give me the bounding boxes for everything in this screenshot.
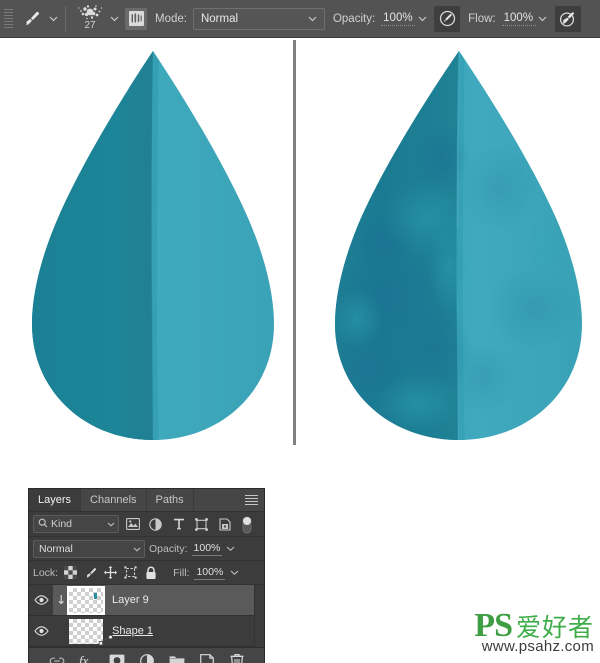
layer-content-dot <box>94 592 97 599</box>
photoshop-screenshot: 27 Mode: Normal Opacity: 100% Flow: 100%… <box>0 0 600 663</box>
new-layer-icon[interactable] <box>198 652 215 663</box>
toolbar-separator-1 <box>65 5 66 32</box>
layer-row-body[interactable]: Layer 9 <box>53 585 254 615</box>
flow-value[interactable]: 100% <box>501 11 536 26</box>
tab-channels-label: Channels <box>90 494 137 506</box>
svg-text:fx: fx <box>79 653 89 663</box>
brush-tip-spatter-icon[interactable]: 27 <box>73 3 107 35</box>
canvas-area[interactable]: Layers Channels Paths Kind Normal Opacit… <box>0 38 600 663</box>
brush-settings-panel-icon[interactable] <box>125 7 147 30</box>
lock-position-icon[interactable] <box>103 565 118 581</box>
clipping-spacer <box>55 623 66 639</box>
lock-label: Lock: <box>33 566 59 579</box>
layer-blend-row: Normal Opacity: 100% <box>29 537 264 561</box>
flow-label: Flow: <box>468 12 496 25</box>
filter-kind-label: Kind <box>51 518 73 530</box>
watermark-url: www.psahz.com <box>481 638 594 655</box>
layer-opacity-label: Opacity: <box>149 542 188 555</box>
eye-icon[interactable] <box>29 585 53 615</box>
layer-filter-row: Kind <box>29 512 264 537</box>
layer-list-scrollbar[interactable] <box>254 585 264 647</box>
add-layer-mask-icon[interactable] <box>108 652 125 663</box>
layers-panel-tabs: Layers Channels Paths <box>29 489 264 512</box>
filter-type-icon[interactable] <box>169 515 188 533</box>
water-droplet-textured[interactable] <box>322 48 590 448</box>
eye-icon[interactable] <box>29 616 53 646</box>
blend-mode-value: Normal <box>200 12 239 25</box>
tool-options-bar: 27 Mode: Normal Opacity: 100% Flow: 100% <box>0 0 600 38</box>
fill-label: Fill: <box>173 566 190 579</box>
table-row[interactable]: Shape 1 <box>29 616 264 647</box>
vector-mask-icon <box>98 633 114 647</box>
watermark-brand-row: PS 爱好者 <box>474 607 594 644</box>
opacity-field[interactable]: 100% <box>381 6 429 32</box>
watermark: PS 爱好者 www.psahz.com <box>474 607 594 655</box>
chevron-down-icon[interactable] <box>415 6 429 32</box>
layers-panel-bottom-bar: fx <box>29 647 264 663</box>
table-row[interactable]: Layer 9 <box>29 585 264 616</box>
layer-name[interactable]: Shape 1 <box>112 625 153 637</box>
layer-blend-mode-value: Normal <box>39 542 73 555</box>
opacity-label: Opacity: <box>332 12 376 25</box>
blend-mode-select[interactable]: Normal <box>192 6 325 32</box>
filter-adjustment-icon[interactable] <box>146 515 165 533</box>
chevron-down-icon[interactable] <box>306 6 320 32</box>
link-layers-icon[interactable] <box>48 652 65 663</box>
fill-value[interactable]: 100% <box>194 566 226 580</box>
flow-field[interactable]: 100% <box>501 6 550 32</box>
tab-paths-label: Paths <box>155 494 184 506</box>
water-droplet-flat[interactable] <box>20 48 280 448</box>
tab-layers-label: Layers <box>38 494 72 506</box>
tab-paths[interactable]: Paths <box>147 489 194 511</box>
chevron-down-icon[interactable] <box>46 6 60 32</box>
layer-list[interactable]: Layer 9 Shape 1 <box>29 585 264 647</box>
search-icon <box>38 518 48 531</box>
filter-pixel-icon[interactable] <box>123 515 142 533</box>
lock-artboard-nesting-icon[interactable] <box>123 565 138 581</box>
layer-opacity-value[interactable]: 100% <box>191 542 223 556</box>
filter-kind-select[interactable]: Kind <box>33 515 119 533</box>
pressure-opacity-icon[interactable] <box>434 5 461 32</box>
layer-blend-mode-select[interactable]: Normal <box>33 539 145 558</box>
filter-shape-icon[interactable] <box>192 515 211 533</box>
chevron-down-icon[interactable] <box>226 543 235 555</box>
watermark-brand: PS <box>474 607 513 644</box>
chevron-down-icon[interactable] <box>107 518 115 530</box>
brush-preset-picker[interactable]: 27 <box>71 0 147 38</box>
panel-menu-icon[interactable] <box>243 489 259 511</box>
chevron-down-icon[interactable] <box>133 543 141 555</box>
clipping-mask-arrow-icon <box>55 592 66 608</box>
layer-lock-row: Lock: Fill: 100% <box>29 561 264 585</box>
new-adjustment-layer-icon[interactable] <box>138 652 155 663</box>
layers-panel[interactable]: Layers Channels Paths Kind Normal Opacit… <box>28 488 265 663</box>
lock-transparent-pixels-icon[interactable] <box>63 565 78 581</box>
watermark-chinese: 爱好者 <box>515 613 594 642</box>
new-group-icon[interactable] <box>168 652 185 663</box>
vertical-divider <box>293 40 296 445</box>
lock-all-icon[interactable] <box>143 565 158 581</box>
mode-label: Mode: <box>155 12 187 25</box>
filter-smart-object-icon[interactable] <box>215 515 234 533</box>
opacity-value[interactable]: 100% <box>381 11 416 26</box>
layer-row-body[interactable]: Shape 1 <box>53 616 254 646</box>
tool-preset-picker[interactable] <box>18 0 60 38</box>
options-bar-gripper[interactable] <box>4 6 15 32</box>
layer-thumbnail[interactable] <box>69 618 113 645</box>
layer-thumbnail[interactable] <box>67 585 105 615</box>
tab-layers[interactable]: Layers <box>29 489 82 511</box>
layer-style-fx-icon[interactable]: fx <box>78 652 95 663</box>
brush-size-label: 27 <box>84 19 96 31</box>
airbrush-icon[interactable] <box>554 5 581 32</box>
chevron-down-icon[interactable] <box>536 6 550 32</box>
chevron-down-icon[interactable] <box>107 6 121 32</box>
filter-enable-toggle[interactable] <box>240 514 253 535</box>
chevron-down-icon[interactable] <box>230 567 239 579</box>
delete-layer-icon[interactable] <box>228 652 245 663</box>
layer-name[interactable]: Layer 9 <box>112 594 149 606</box>
tab-channels[interactable]: Channels <box>81 489 147 511</box>
lock-image-pixels-icon[interactable] <box>83 565 98 581</box>
brush-icon[interactable] <box>18 6 46 32</box>
